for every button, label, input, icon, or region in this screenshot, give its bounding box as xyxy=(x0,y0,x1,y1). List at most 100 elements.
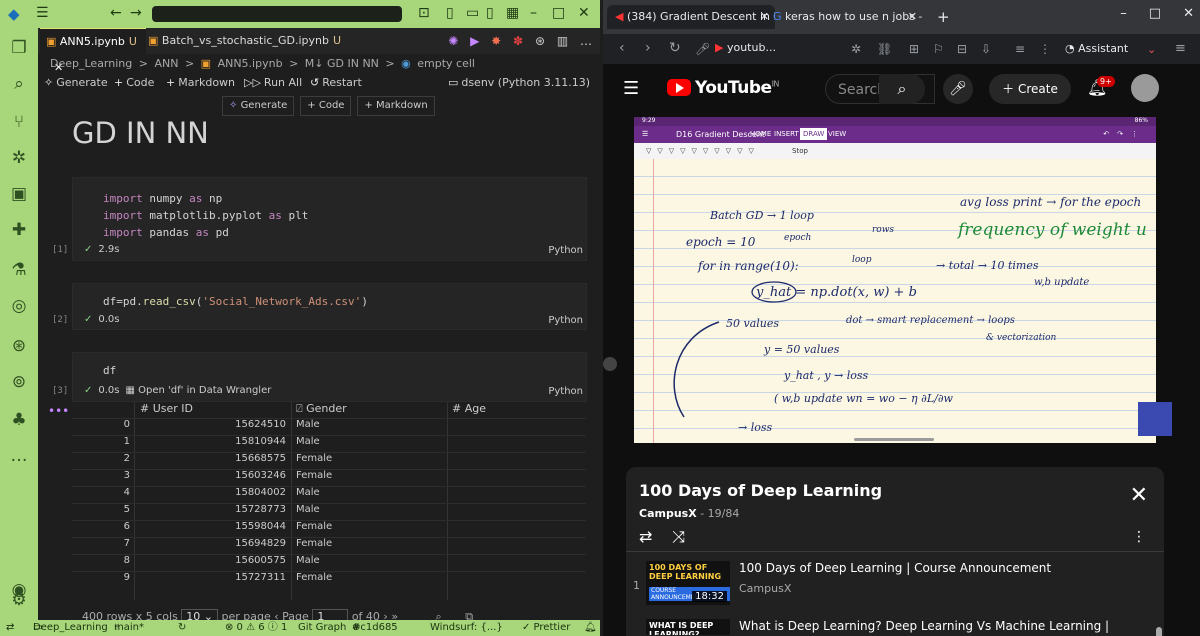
restart-button[interactable]: ↺ Restart xyxy=(310,73,362,93)
python-icon[interactable]: ◎ xyxy=(9,296,29,316)
avatar[interactable] xyxy=(1131,74,1159,102)
playlist-item[interactable]: WHAT IS DEEP LEARNING? What is Deep Lear… xyxy=(626,613,1164,635)
code-editor[interactable]: import numpy as np import matplotlib.pyp… xyxy=(103,190,308,241)
notifications-bell-icon[interactable]: 🔔︎ xyxy=(584,620,597,636)
profile-icon[interactable]: ⌄ xyxy=(1147,43,1156,56)
windsurf-indicator[interactable]: Windsurf: {...} xyxy=(430,620,503,636)
sync-icon[interactable]: ↻ xyxy=(178,620,186,636)
more-options-icon[interactable]: ⋮ xyxy=(1132,529,1146,545)
menu-icon[interactable]: ☰ xyxy=(36,5,49,21)
url-field[interactable]: ▶ youtub... xyxy=(715,41,776,54)
loop-icon[interactable]: ⇄ xyxy=(639,527,652,546)
search-icon[interactable]: ⌕ xyxy=(9,74,29,94)
layout-secondary-icon[interactable]: ▯ xyxy=(486,5,494,21)
add-code-button[interactable]: + Code xyxy=(114,73,154,93)
browser-tab-google[interactable]: G keras how to use n jobs - Goo ✕ xyxy=(773,5,923,29)
close-window-icon[interactable]: ✕ xyxy=(578,5,590,21)
source-control-icon[interactable]: ⑂ xyxy=(9,112,29,132)
forward-arrow-icon[interactable]: → xyxy=(130,5,142,21)
git-graph-button[interactable]: Git Graph xyxy=(298,620,346,636)
settings-gear-icon[interactable]: ⚙ xyxy=(9,590,29,610)
playlist-item[interactable]: 1 100 DAYS OF DEEP LEARNING COURSE ANNOU… xyxy=(626,555,1164,611)
close-window-icon[interactable]: ✕ xyxy=(1183,6,1194,21)
tab-batch-vs-stochastic[interactable]: ▣ Batch_vs_stochastic_GD.ipynb U xyxy=(148,28,348,54)
minimize-icon[interactable]: – xyxy=(530,5,537,21)
settings-icon[interactable]: ✺ xyxy=(448,34,458,48)
layout-panel-icon[interactable]: ▭ xyxy=(466,5,479,21)
openai-icon[interactable]: ⊛ xyxy=(535,34,545,48)
browser-tab-youtube[interactable]: ◀ (384) Gradient Descent in Ne ✕ xyxy=(607,5,775,29)
screenshot-icon[interactable]: ⊞ xyxy=(909,42,919,56)
reading-list-icon[interactable]: ≡ xyxy=(1015,42,1025,56)
more-actions-icon[interactable]: … xyxy=(580,34,592,48)
close-icon[interactable]: ✕ xyxy=(1130,483,1148,508)
run-debug-icon[interactable]: ✲ xyxy=(9,148,29,168)
cell-add-markdown-button[interactable]: + Markdown xyxy=(357,96,435,116)
copilot-icon[interactable]: ⊡ xyxy=(418,5,430,21)
git-graph-icon[interactable]: ⊛ xyxy=(9,336,29,356)
playlist-channel[interactable]: CampusX xyxy=(639,507,697,520)
reload-icon[interactable]: ↻ xyxy=(669,40,681,56)
debug-icon[interactable]: ✽ xyxy=(513,34,523,48)
split-editor-icon[interactable]: ▥ xyxy=(557,34,568,48)
tree-icon[interactable]: ♣ xyxy=(9,410,29,430)
cell-language[interactable]: Python xyxy=(548,386,583,397)
sparkle-icon[interactable]: ✸ xyxy=(491,34,501,48)
code-cell-2[interactable]: df=pd.read_csv('Social_Network_Ads.csv') xyxy=(72,283,587,330)
code-editor[interactable]: df=pd.read_csv('Social_Network_Ads.csv') xyxy=(103,293,368,310)
add-markdown-button[interactable]: + Markdown xyxy=(166,73,235,93)
output-menu-icon[interactable]: ••• xyxy=(48,404,69,418)
video-player[interactable]: 9:29 86% ☰ D16 Gradient Descent HOME INS… xyxy=(634,117,1156,443)
video-title[interactable]: 100 Days of Deep Learning | Course Annou… xyxy=(739,561,1051,575)
code-cell-1[interactable]: import numpy as np import matplotlib.pyp… xyxy=(72,177,587,261)
playlist-scrollbar[interactable] xyxy=(1156,627,1162,636)
playlist-title[interactable]: 100 Days of Deep Learning xyxy=(639,481,882,500)
cell-language[interactable]: Python xyxy=(548,245,583,256)
breadcrumb-item[interactable]: ANN xyxy=(154,57,178,70)
translate-icon[interactable]: ⚐ xyxy=(933,42,944,56)
hamburger-menu-icon[interactable]: ☰ xyxy=(623,78,639,99)
code-editor[interactable]: df xyxy=(103,362,116,379)
back-icon[interactable]: ‹ xyxy=(619,40,625,56)
run-all-button[interactable]: ▷▷ Run All xyxy=(244,73,302,93)
voice-search-button[interactable]: 🎤︎ xyxy=(943,74,973,104)
back-arrow-icon[interactable]: ← xyxy=(110,5,122,21)
sidebar-expand-icon[interactable] xyxy=(603,357,617,371)
generate-button[interactable]: ✧ Generate xyxy=(44,73,108,93)
maximize-icon[interactable]: □ xyxy=(1149,6,1161,21)
customize-layout-icon[interactable]: ▦ xyxy=(506,5,519,21)
remote-explorer-icon[interactable]: ▣ xyxy=(9,184,29,204)
run-icon[interactable]: ▶ xyxy=(470,34,479,48)
create-button[interactable]: ＋ Create xyxy=(989,74,1071,104)
close-tab-icon[interactable]: ✕ xyxy=(760,5,769,29)
layout-sidebar-icon[interactable]: ▯ xyxy=(446,5,454,21)
youtube-logo[interactable]: YouTubeIN xyxy=(667,78,779,98)
more-icon[interactable]: … xyxy=(9,446,29,466)
explorer-icon[interactable]: ❐ xyxy=(9,38,29,58)
bookmark-icon[interactable]: ⊟ xyxy=(957,42,967,56)
tab-ann5[interactable]: ▣ ANN5.ipynb U ✕ xyxy=(40,28,146,74)
breadcrumb-item[interactable]: empty cell xyxy=(417,57,475,70)
minimize-icon[interactable]: – xyxy=(1120,6,1127,21)
video-thumbnail[interactable]: 100 DAYS OF DEEP LEARNING COURSE ANNOUNC… xyxy=(646,561,730,605)
extensions-icon[interactable]: ✲ xyxy=(851,42,861,56)
cell-add-code-button[interactable]: + Code xyxy=(300,96,352,116)
cell-generate-button[interactable]: ✧ Generate xyxy=(222,96,295,116)
maximize-icon[interactable]: □ xyxy=(552,5,565,21)
column-header-gender[interactable]: ⍁ Gender xyxy=(296,402,347,418)
assistant-button[interactable]: ◔ Assistant xyxy=(1065,42,1128,55)
timeline-icon[interactable]: ⊚ xyxy=(9,372,29,392)
forward-icon[interactable]: › xyxy=(645,40,651,56)
search-button[interactable]: ⌕ xyxy=(879,74,925,104)
breadcrumb-item[interactable]: Deep_Learning xyxy=(50,57,132,70)
extensions-icon[interactable]: ✚ xyxy=(9,220,29,240)
remote-indicator-icon[interactable]: ⇄ xyxy=(6,620,14,636)
column-header-age[interactable]: # Age xyxy=(452,402,486,418)
voice-search-icon[interactable]: 🎤︎ xyxy=(695,42,710,56)
problems-indicator[interactable]: ⊗ 0 ⚠ 6 ⓘ 1 xyxy=(225,620,287,636)
testing-flask-icon[interactable]: ⚗ xyxy=(9,260,29,280)
kernel-picker[interactable]: ▭ dsenv (Python 3.11.13) xyxy=(448,73,590,93)
video-channel[interactable]: CampusX xyxy=(739,582,791,595)
close-tab-icon[interactable]: ✕ xyxy=(908,5,917,29)
video-title[interactable]: What is Deep Learning? Deep Learning Vs … xyxy=(739,619,1109,633)
